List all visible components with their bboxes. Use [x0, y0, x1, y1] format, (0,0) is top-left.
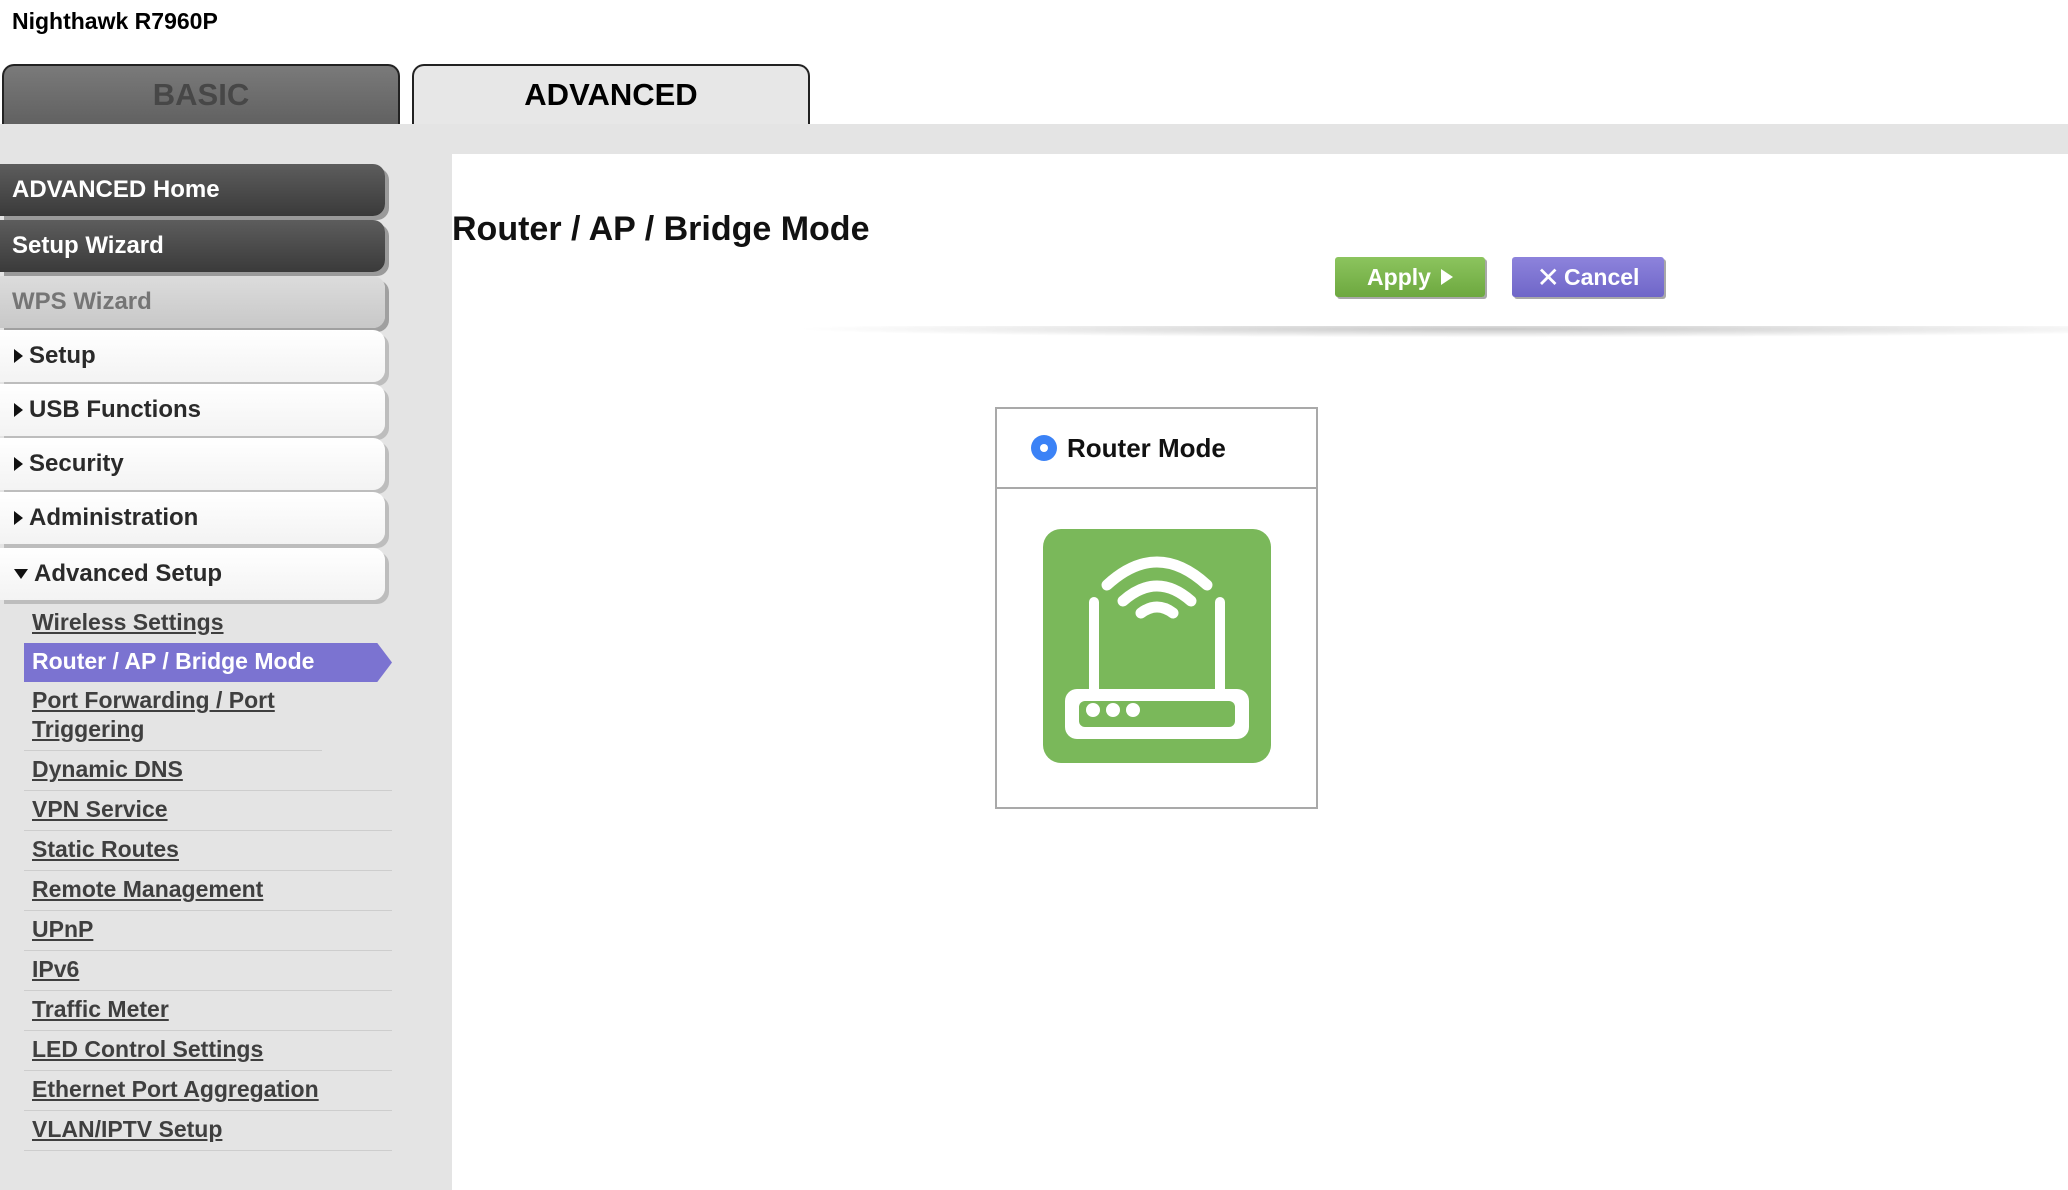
nav-security-label: Security — [29, 450, 124, 477]
collapse-arrow-icon — [14, 569, 28, 579]
nav-setup-wizard[interactable]: Setup Wizard — [0, 220, 385, 272]
close-x-icon: ✕ — [1536, 261, 1561, 293]
nav-setup-label: Setup — [29, 342, 96, 369]
header-divider-shadow — [640, 326, 2068, 356]
apply-button-label: Apply — [1367, 263, 1431, 290]
cancel-button-label: Cancel — [1564, 263, 1640, 290]
subnav-vpn-service[interactable]: VPN Service — [24, 791, 392, 831]
nav-setup-wizard-label: Setup Wizard — [12, 232, 164, 259]
nav-advanced-setup[interactable]: Advanced Setup — [0, 548, 385, 600]
router-mode-option[interactable]: Router Mode — [997, 409, 1316, 489]
subnav-router-ap-bridge-mode[interactable]: Router / AP / Bridge Mode — [24, 643, 392, 682]
subnav-dynamic-dns[interactable]: Dynamic DNS — [24, 751, 392, 791]
expand-arrow-icon — [14, 349, 23, 363]
nav-advanced-home[interactable]: ADVANCED Home — [0, 164, 385, 216]
nav-administration-label: Administration — [29, 504, 199, 531]
top-band — [0, 124, 2068, 154]
subnav-port-forwarding[interactable]: Port Forwarding / Port Triggering — [24, 682, 322, 751]
nav-advanced-home-label: ADVANCED Home — [12, 176, 220, 203]
subnav-upnp[interactable]: UPnP — [24, 911, 392, 951]
subnav-led-control-settings[interactable]: LED Control Settings — [24, 1031, 392, 1071]
expand-arrow-icon — [14, 457, 23, 471]
expand-arrow-icon — [14, 511, 23, 525]
subnav-traffic-meter[interactable]: Traffic Meter — [24, 991, 392, 1031]
router-mode-card: Router Mode — [995, 407, 1318, 809]
nav-setup[interactable]: Setup — [0, 330, 385, 382]
nav-usb-functions[interactable]: USB Functions — [0, 384, 385, 436]
subnav-remote-management[interactable]: Remote Management — [24, 871, 392, 911]
expand-arrow-icon — [14, 403, 23, 417]
cancel-button[interactable]: ✕ Cancel — [1512, 257, 1664, 297]
subnav-static-routes[interactable]: Static Routes — [24, 831, 392, 871]
router-icon — [1043, 529, 1271, 763]
apply-button[interactable]: Apply — [1335, 257, 1485, 297]
nav-advanced-setup-label: Advanced Setup — [34, 560, 223, 587]
subnav-vlan-iptv-setup[interactable]: VLAN/IPTV Setup — [24, 1111, 392, 1151]
nav-wps-wizard[interactable]: WPS Wizard — [0, 276, 385, 328]
nav-security[interactable]: Security — [0, 438, 385, 490]
advanced-setup-submenu: Wireless Settings Router / AP / Bridge M… — [24, 604, 392, 1151]
tab-basic[interactable]: BASIC — [2, 64, 400, 124]
subnav-wireless-settings[interactable]: Wireless Settings — [24, 604, 392, 643]
play-arrow-icon — [1440, 269, 1453, 285]
subnav-ethernet-port-aggregation[interactable]: Ethernet Port Aggregation — [24, 1071, 392, 1111]
tab-advanced[interactable]: ADVANCED — [412, 64, 810, 124]
router-mode-label: Router Mode — [1067, 432, 1226, 463]
subnav-ipv6[interactable]: IPv6 — [24, 951, 392, 991]
nav-wps-wizard-label: WPS Wizard — [12, 288, 152, 315]
nav-administration[interactable]: Administration — [0, 492, 385, 544]
router-model-name: Nighthawk R7960P — [12, 8, 218, 34]
radio-selected-icon[interactable] — [1031, 435, 1057, 461]
page-title: Router / AP / Bridge Mode — [452, 210, 870, 248]
nav-usb-functions-label: USB Functions — [29, 396, 201, 423]
